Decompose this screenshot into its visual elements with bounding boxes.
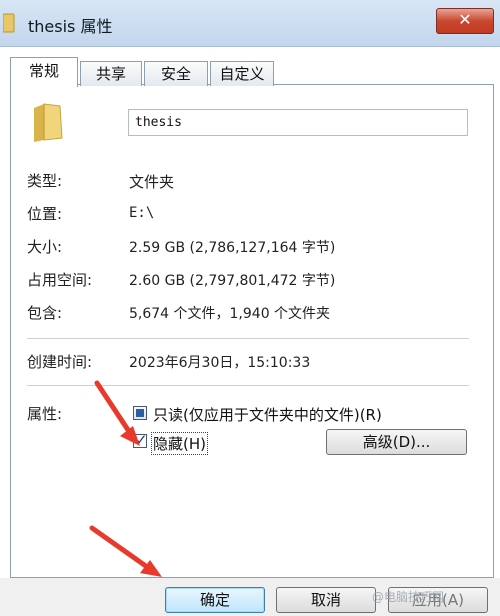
created-label: 创建时间: [27, 353, 93, 371]
hidden-label: 隐藏(H) [151, 432, 208, 455]
tab-general[interactable]: 常规 [10, 57, 78, 87]
type-value: 文件夹 [129, 173, 175, 191]
advanced-button-label: 高级(D)... [362, 433, 431, 451]
contains-value: 5,674 个文件，1,940 个文件夹 [129, 306, 331, 322]
cancel-button-label: 取消 [310, 591, 341, 609]
readonly-label: 只读(仅应用于文件夹中的文件)(R) [153, 406, 382, 424]
disk-size-label: 占用空间: [27, 271, 93, 289]
cancel-button[interactable]: 取消 [276, 587, 376, 613]
tab-security[interactable]: 安全 [144, 61, 208, 86]
check-icon: ✓ [135, 431, 148, 449]
size-label: 大小: [27, 238, 63, 256]
location-value: E:\ [129, 205, 155, 221]
folder-icon [3, 13, 15, 33]
contains-label: 包含: [27, 304, 63, 322]
folder-icon [34, 103, 63, 142]
tab-label: 常规 [28, 62, 59, 80]
watermark: @电脑技巧网 [372, 590, 445, 604]
tab-customize[interactable]: 自定义 [210, 61, 274, 86]
advanced-button[interactable]: 高级(D)... [326, 429, 467, 455]
created-value: 2023年6月30日，15:10:33 [129, 355, 311, 371]
tab-label: 共享 [95, 65, 126, 83]
tab-label: 安全 [160, 65, 191, 83]
size-value: 2.59 GB (2,786,127,164 字节) [129, 240, 336, 256]
tab-panel [10, 84, 494, 578]
window-title: thesis 属性 [28, 17, 113, 36]
folder-name-input[interactable] [128, 109, 468, 136]
tab-label: 自定义 [219, 65, 265, 83]
disk-size-value: 2.60 GB (2,797,801,472 字节) [129, 273, 336, 289]
title-bar: thesis 属性 ✕ [0, 0, 500, 47]
type-label: 类型: [27, 172, 63, 190]
close-button[interactable]: ✕ [436, 8, 494, 34]
attributes-label: 属性: [27, 405, 63, 423]
close-icon: ✕ [458, 10, 472, 29]
ok-button[interactable]: 确定 [165, 587, 265, 613]
readonly-checkbox[interactable] [133, 406, 147, 420]
divider [27, 338, 469, 339]
divider [27, 385, 469, 386]
ok-button-label: 确定 [199, 591, 230, 609]
location-label: 位置: [27, 205, 63, 223]
hidden-checkbox[interactable]: ✓ [133, 431, 148, 449]
tab-sharing[interactable]: 共享 [80, 61, 142, 86]
